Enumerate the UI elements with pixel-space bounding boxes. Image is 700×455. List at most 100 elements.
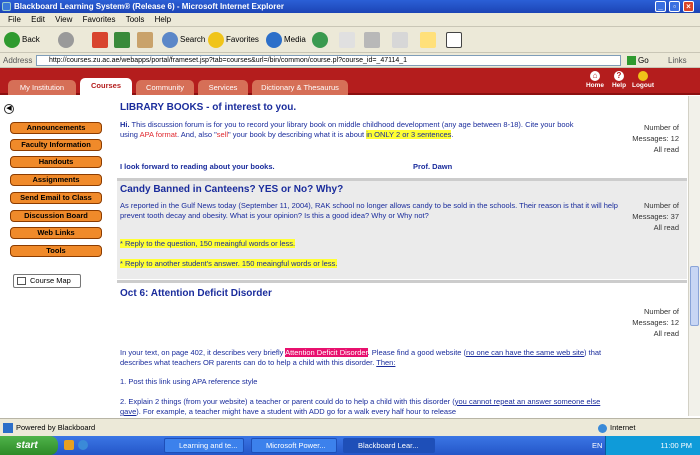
ie-quicklaunch-icon[interactable]: [78, 440, 88, 450]
logout-link[interactable]: Logout: [630, 71, 656, 89]
menu-tools[interactable]: Tools: [126, 15, 145, 24]
desc-line2d: .: [451, 130, 454, 139]
back-label: Back: [22, 35, 40, 44]
links-button[interactable]: Links: [668, 53, 687, 68]
discuss-button[interactable]: [420, 31, 438, 49]
nav-announcements[interactable]: Announcements: [10, 122, 102, 134]
print-button[interactable]: [364, 31, 382, 49]
refresh-icon: [114, 31, 130, 48]
then-text: Then:: [376, 358, 396, 367]
maximize-button[interactable]: ▫: [669, 1, 680, 12]
tab-dictionary[interactable]: Dictionary & Thesaurus: [252, 80, 348, 95]
star-icon: [208, 31, 224, 48]
course-map-button[interactable]: Course Map: [13, 274, 81, 288]
menu-view[interactable]: View: [55, 15, 72, 24]
search-label: Search: [180, 35, 206, 44]
stop-button[interactable]: [92, 31, 110, 49]
menu-file[interactable]: File: [8, 15, 21, 24]
history-button[interactable]: [312, 31, 330, 49]
scrollbar-thumb[interactable]: [690, 266, 699, 326]
menu-help[interactable]: Help: [155, 15, 171, 24]
nav-send-email[interactable]: Send Email to Class: [10, 192, 102, 204]
clock[interactable]: 11:00 PM: [660, 436, 692, 455]
refresh-button[interactable]: [114, 31, 132, 49]
underlined-text: no one can have the same web site: [466, 348, 585, 357]
highlight-add: Attention Deficit Disorder: [285, 348, 368, 357]
tab-services[interactable]: Services: [198, 80, 248, 95]
back-button[interactable]: Back: [4, 31, 40, 49]
edit-button[interactable]: [392, 31, 410, 49]
mail-button[interactable]: [339, 31, 357, 49]
task-blackboard[interactable]: Blackboard Lear...: [343, 438, 435, 453]
zone-indicator: Internet: [598, 419, 635, 437]
tab-my-institution[interactable]: My Institution: [8, 80, 76, 95]
task-powerpoint[interactable]: Microsoft Power...: [251, 438, 337, 453]
step-2-b: ). For example, a teacher might have a s…: [136, 407, 457, 416]
back-arrow-icon: [4, 31, 20, 48]
start-label: start: [16, 440, 38, 451]
forum-title-library-books[interactable]: LIBRARY BOOKS - of interest to you.: [120, 102, 296, 113]
forward-button[interactable]: [58, 31, 76, 49]
tab-community[interactable]: Community: [136, 80, 194, 95]
language-indicator[interactable]: EN: [592, 436, 602, 455]
help-link-label: Help: [611, 82, 627, 89]
address-label: Address: [3, 56, 33, 65]
nav-assignments[interactable]: Assignments: [10, 174, 102, 186]
blackboard-nav: My Institution Courses Community Service…: [0, 68, 700, 95]
home-button[interactable]: [137, 31, 155, 49]
signature: Prof. Dawn: [413, 162, 453, 171]
mail-icon: [339, 31, 355, 48]
stop-icon: [92, 31, 108, 48]
home-link[interactable]: ⌂ Home: [582, 71, 608, 89]
vertical-scrollbar[interactable]: [688, 96, 700, 416]
home-link-label: Home: [585, 82, 605, 89]
forum-title-attention-deficit[interactable]: Oct 6: Attention Deficit Disorder: [120, 288, 272, 299]
window-title: Blackboard Learning System® (Release 6) …: [14, 2, 284, 11]
forum-meta: Number of Messages: 12 All read: [632, 306, 679, 339]
menu-favorites[interactable]: Favorites: [83, 15, 116, 24]
status-bar: Powered by Blackboard Internet: [0, 418, 700, 436]
reply-instruction-1-text: * Reply to the question, 150 meaingful w…: [120, 239, 296, 248]
favorites-button[interactable]: Favorites: [208, 31, 259, 49]
step-2-a: 2. Explain 2 things (from your website) …: [120, 397, 455, 406]
reply-instruction-2: * Reply to another student's answer. 150…: [120, 259, 338, 269]
nav-tools[interactable]: Tools: [10, 245, 102, 257]
favorites-label: Favorites: [226, 35, 259, 44]
logout-link-label: Logout: [631, 82, 655, 89]
folder-icon: [420, 31, 436, 48]
forum-meta: Number of Messages: 37 All read: [632, 200, 679, 233]
nav-faculty-information[interactable]: Faculty Information: [10, 139, 102, 151]
globe-icon: [598, 423, 607, 433]
toolbar: Back Search Favorites Media: [0, 27, 700, 53]
greeting: Hi.: [120, 120, 130, 129]
menu-edit[interactable]: Edit: [31, 15, 45, 24]
forum-title-candy-banned[interactable]: Candy Banned in Canteens? YES or No? Why…: [120, 184, 343, 195]
forum-row: Oct 6: Attention Deficit Disorder Number…: [117, 284, 687, 416]
step-1: 1. Post this link using APA reference st…: [120, 377, 258, 386]
help-link[interactable]: ? Help: [606, 71, 632, 89]
ie-logo-icon: [2, 2, 11, 11]
home-icon: [137, 31, 153, 48]
search-button[interactable]: Search: [162, 31, 205, 49]
meta-label: Number of: [643, 307, 679, 316]
go-button[interactable]: Go: [627, 53, 649, 68]
address-input[interactable]: http://courses.zu.ac.ae/webapps/portal/f…: [36, 55, 621, 66]
nav-handouts[interactable]: Handouts: [10, 156, 102, 168]
close-button[interactable]: ×: [683, 1, 694, 12]
nav-discussion-board[interactable]: Discussion Board: [10, 210, 102, 222]
minimize-button[interactable]: _: [655, 1, 666, 12]
start-button[interactable]: start: [0, 436, 58, 455]
meta-label: Number of: [643, 201, 679, 210]
divider: [117, 280, 687, 283]
quicklaunch-icon[interactable]: [64, 440, 74, 450]
go-arrow-icon: [627, 56, 636, 66]
window-icon: [446, 31, 462, 48]
step-2: 2. Explain 2 things (from your website) …: [120, 397, 618, 416]
messenger-button[interactable]: [446, 31, 464, 49]
collapse-icon[interactable]: ◀: [4, 104, 14, 114]
task-learning[interactable]: Learning and te...: [164, 438, 244, 453]
tab-courses[interactable]: Courses: [80, 78, 132, 95]
media-icon: [266, 31, 282, 48]
nav-web-links[interactable]: Web Links: [10, 227, 102, 239]
media-button[interactable]: Media: [266, 31, 306, 49]
